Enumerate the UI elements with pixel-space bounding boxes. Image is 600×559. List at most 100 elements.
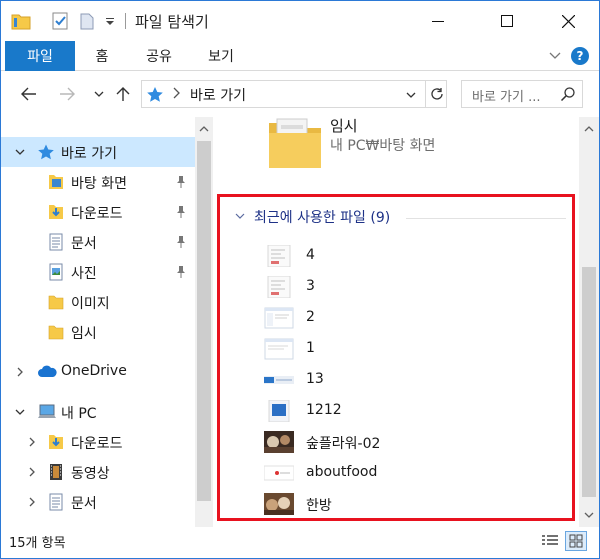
desktop-folder-icon (47, 173, 65, 191)
nav-label: 내 PC (61, 406, 97, 422)
nav-videos[interactable]: 동영상 (1, 457, 195, 487)
pin-icon[interactable] (175, 175, 187, 189)
file-name: aboutfood (306, 464, 378, 480)
recent-file-row[interactable]: 2 (264, 303, 564, 333)
status-bar: 15개 항목 (1, 527, 599, 558)
scroll-up-icon[interactable] (583, 123, 595, 135)
recent-files-highlight: 최근에 사용한 파일 (9) 4 3 2 1 13 1212 숲플라워-02 a… (217, 194, 575, 521)
nav-label: 다운로드 (71, 206, 123, 222)
chevron-right-icon[interactable] (25, 435, 39, 449)
folder-location: 내 PC₩바탕 화면 (330, 138, 436, 154)
nav-this-pc[interactable]: 내 PC (1, 397, 195, 427)
tab-share[interactable]: 공유 (137, 41, 181, 71)
address-row: 바로 가기 바로 가기 ... (1, 72, 599, 116)
scroll-thumb[interactable] (582, 267, 596, 497)
folder-icon (47, 323, 65, 341)
scroll-up-icon[interactable] (198, 123, 210, 135)
file-name: 숲플라워-02 (306, 436, 381, 452)
recent-files-group-header[interactable]: 최근에 사용한 파일 (9) (234, 207, 390, 227)
nav-label: 임시 (71, 326, 97, 342)
nav-label: 문서 (71, 496, 97, 512)
nav-onedrive[interactable]: OneDrive (1, 357, 195, 387)
downloads-folder-icon (47, 203, 65, 221)
scroll-thumb[interactable] (197, 141, 211, 501)
group-title: 최근에 사용한 파일 (9) (254, 210, 391, 226)
folder-name[interactable]: 임시 (330, 117, 358, 136)
file-name: 한방 (306, 498, 332, 514)
nav-pc-documents[interactable]: 문서 (1, 487, 195, 517)
recent-file-row[interactable]: 13 (264, 365, 564, 395)
recent-file-row[interactable]: aboutfood (263, 458, 564, 488)
file-name: 4 (306, 247, 315, 263)
pin-icon[interactable] (175, 235, 187, 249)
recent-file-row[interactable]: 숲플라워-02 (264, 427, 564, 457)
scroll-down-icon[interactable] (583, 509, 595, 521)
document-thumb-icon (264, 275, 294, 299)
nav-label: 동영상 (71, 466, 110, 482)
file-name: 1 (306, 340, 315, 356)
title-bar: 파일 탐색기 (1, 1, 599, 41)
nav-temp[interactable]: 임시 (1, 317, 195, 347)
recent-file-row[interactable]: 1212 (264, 396, 564, 426)
folder-icon[interactable] (267, 117, 323, 168)
refresh-icon[interactable] (425, 81, 447, 107)
star-icon (37, 143, 55, 161)
properties-icon[interactable] (51, 11, 69, 31)
recent-file-row[interactable]: 3 (264, 272, 564, 302)
chevron-right-icon[interactable] (25, 465, 39, 479)
nav-downloads[interactable]: 다운로드 (1, 197, 195, 227)
item-count: 15개 항목 (9, 536, 66, 551)
customize-quick-access-icon[interactable] (105, 11, 115, 31)
screenshot-thumb-icon (264, 307, 294, 329)
nav-documents[interactable]: 문서 (1, 227, 195, 257)
details-view-icon[interactable] (539, 531, 561, 551)
chevron-down-icon[interactable] (13, 405, 27, 419)
tab-view[interactable]: 보기 (197, 41, 245, 71)
nav-scrollbar[interactable] (195, 117, 213, 527)
close-button[interactable] (545, 1, 591, 41)
nav-pictures[interactable]: 사진 (1, 257, 195, 287)
screenshot-thumb-icon (264, 338, 294, 360)
pin-icon[interactable] (175, 265, 187, 279)
recent-file-row[interactable]: 한방 (264, 489, 564, 519)
recent-file-row[interactable]: 4 (264, 241, 564, 271)
expand-ribbon-icon[interactable] (547, 47, 563, 63)
forward-button[interactable] (55, 82, 79, 106)
maximize-button[interactable] (484, 1, 530, 41)
recent-locations-icon[interactable] (87, 82, 111, 106)
blue-app-thumb-icon (264, 399, 294, 423)
cloud-icon (37, 363, 57, 381)
tab-home[interactable]: 홈 (85, 41, 119, 71)
chevron-down-icon[interactable] (13, 145, 27, 159)
nav-pc-downloads[interactable]: 다운로드 (1, 427, 195, 457)
address-history-icon[interactable] (400, 85, 422, 105)
help-button[interactable]: ? (571, 47, 589, 65)
breadcrumb[interactable]: 바로 가기 (190, 85, 246, 105)
search-icon[interactable] (560, 86, 576, 102)
tab-file[interactable]: 파일 (5, 41, 75, 71)
file-name: 13 (306, 371, 324, 387)
star-icon (146, 86, 164, 107)
chevron-right-icon[interactable] (25, 495, 39, 509)
large-icons-view-icon[interactable] (565, 531, 587, 551)
chevron-down-icon[interactable] (234, 209, 248, 225)
photo-thumb-icon (264, 431, 294, 453)
pin-icon[interactable] (175, 205, 187, 219)
up-button[interactable] (111, 82, 135, 106)
search-input[interactable]: 바로 가기 ... (461, 80, 583, 108)
address-bar[interactable]: 바로 가기 (141, 80, 447, 108)
recent-file-row[interactable]: 1 (264, 334, 564, 364)
nav-quick-access[interactable]: 바로 가기 (1, 137, 195, 167)
minimize-button[interactable] (415, 1, 461, 41)
nav-desktop[interactable]: 바탕 화면 (1, 167, 195, 197)
chevron-right-icon[interactable] (13, 365, 27, 379)
title-separator (125, 13, 126, 29)
content-scrollbar[interactable] (579, 117, 599, 527)
nav-label: 이미지 (71, 296, 110, 312)
document-thumb-icon (264, 244, 294, 268)
nav-images[interactable]: 이미지 (1, 287, 195, 317)
white-logo-thumb-icon (263, 462, 295, 484)
nav-label: 문서 (71, 236, 97, 252)
back-button[interactable] (17, 82, 41, 106)
new-folder-icon[interactable] (79, 11, 95, 31)
